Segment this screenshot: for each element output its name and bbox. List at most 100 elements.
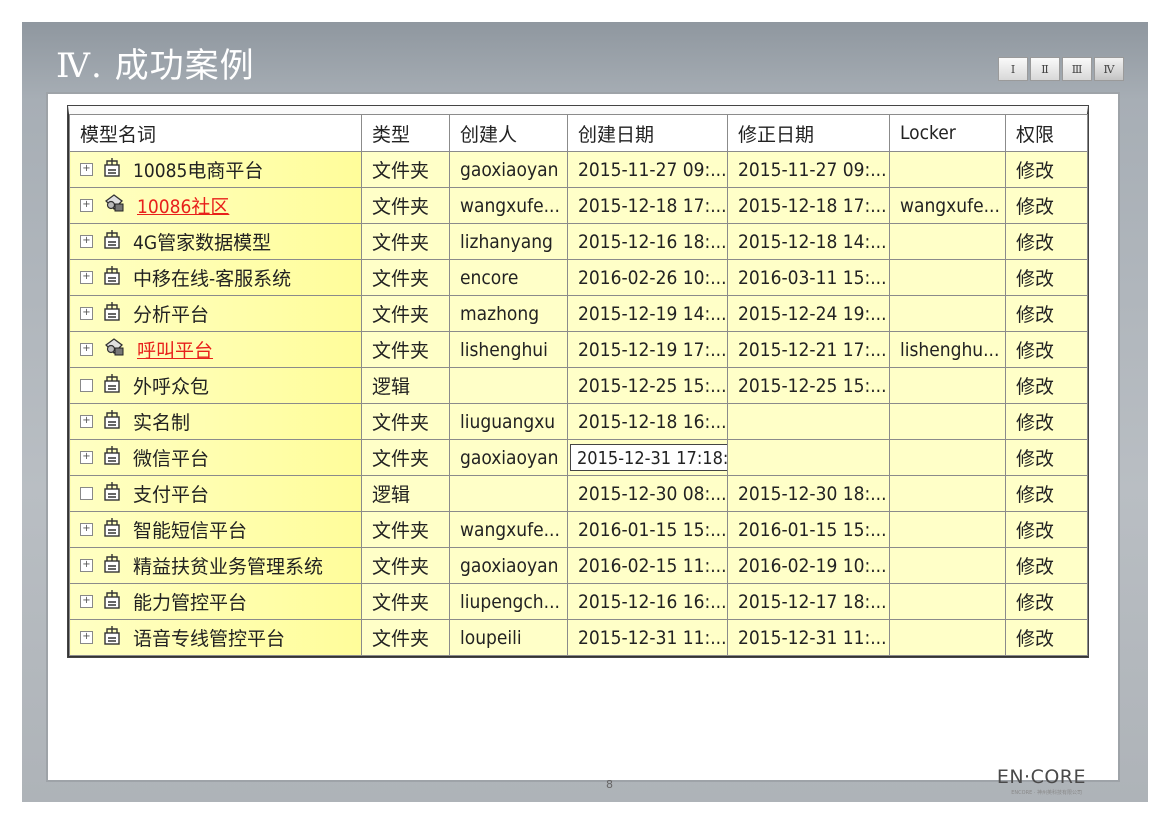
table-row[interactable]: + 微信平台 文件夹gaoxiaoyan2015-12-31 17:18:08 修改 [69, 439, 1088, 476]
table-row[interactable]: +10085电商平台 文件夹 gaoxiaoyan 2015-11-27 09:...… [69, 151, 1088, 188]
table-row[interactable]: + 智能短信平台 文件夹 wangxufe... 2016-01-15 15:... 20… [69, 511, 1088, 548]
cell-permission: 修改 [1005, 295, 1088, 332]
cell-permission: 修改 [1005, 223, 1088, 260]
cell-type: 文件夹 [361, 295, 450, 332]
folder-icon [103, 373, 121, 398]
cell-permission: 修改 [1005, 259, 1088, 296]
cell-locker [889, 583, 1006, 620]
model-name-label: 10085电商平台 [133, 160, 264, 182]
cell-permission: 修改 [1005, 403, 1088, 440]
model-name-label: 精益扶贫业务管理系统 [133, 556, 324, 578]
nav-item-1[interactable]: Ⅰ [998, 57, 1028, 81]
nav-item-3[interactable]: Ⅲ [1062, 57, 1092, 81]
nav-item-2[interactable]: Ⅱ [1030, 57, 1060, 81]
cell-model-name[interactable]: + 能力管控平台 [69, 583, 362, 620]
table-row[interactable]: + 语音专线管控平台 文件夹 loupeili 2015-12-31 11:... 201… [69, 619, 1088, 656]
cell-permission: 修改 [1005, 511, 1088, 548]
table-row[interactable]: + 中移在线-客服系统 文件夹 encore 2016-02-26 10:... 2016… [69, 259, 1088, 296]
cell-model-name[interactable]: + 实名制 [69, 403, 362, 440]
locked-folder-icon [103, 193, 125, 218]
cell-model-name[interactable]: + 中移在线-客服系统 [69, 259, 362, 296]
cell-locker [889, 151, 1006, 188]
col-header-name[interactable]: 模型名词 [69, 114, 362, 152]
leaf-node-icon [80, 487, 93, 500]
col-header-locker[interactable]: Locker [889, 114, 1006, 152]
folder-icon [103, 625, 121, 650]
cell-type: 文件夹 [361, 331, 450, 368]
cell-creator: gaoxiaoyan [449, 439, 568, 476]
cell-locker [889, 367, 1006, 404]
cell-modified: 2015-12-18 17:... [727, 187, 890, 224]
cell-model-name[interactable]: + 精益扶贫业务管理系统 [69, 547, 362, 584]
expand-toggle-icon[interactable]: + [80, 163, 93, 176]
cell-permission: 修改 [1005, 439, 1088, 476]
cell-created: 2015-12-18 16:... [567, 403, 728, 440]
cell-locker [889, 259, 1006, 296]
cell-creator: loupeili [449, 619, 568, 656]
cell-created: 2015-12-19 17:... [567, 331, 728, 368]
cell-type: 文件夹 [361, 619, 450, 656]
cell-model-name[interactable]: +10086社区 [69, 187, 362, 224]
table-row[interactable]: + 分析平台 文件夹 mazhong 2015-12-19 14:... 2015-12-… [69, 295, 1088, 332]
col-header-type[interactable]: 类型 [361, 114, 450, 152]
expand-toggle-icon[interactable]: + [80, 451, 93, 464]
cell-model-name[interactable]: + 语音专线管控平台 [69, 619, 362, 656]
col-header-permission[interactable]: 权限 [1005, 114, 1088, 152]
cell-created: 2015-12-30 08:... [567, 475, 728, 512]
expand-toggle-icon[interactable]: + [80, 307, 93, 320]
table-row[interactable]: + 精益扶贫业务管理系统 文件夹 gaoxiaoyan 2016-02-15 11:..… [69, 547, 1088, 584]
cell-model-name[interactable]: + 分析平台 [69, 295, 362, 332]
cell-locker [889, 439, 1006, 476]
expand-toggle-icon[interactable]: + [80, 235, 93, 248]
cell-creator: wangxufe... [449, 187, 568, 224]
model-name-label: 语音专线管控平台 [133, 628, 286, 650]
cell-model-name[interactable]: + 微信平台 [69, 439, 362, 476]
col-header-created[interactable]: 创建日期 [567, 114, 728, 152]
expand-toggle-icon[interactable]: + [80, 415, 93, 428]
table-row[interactable]: + 实名制 文件夹 liuguangxu 2015-12-18 16:... 修改 [69, 403, 1088, 440]
table-row[interactable]: +4G管家数据模型 文件夹 lizhanyang 2015-12-16 18:... 2… [69, 223, 1088, 260]
cell-creator: liupengch... [449, 583, 568, 620]
cell-created: 2015-12-18 17:... [567, 187, 728, 224]
expand-toggle-icon[interactable]: + [80, 343, 93, 356]
folder-icon [103, 553, 121, 578]
cell-modified: 2016-02-19 10:... [727, 547, 890, 584]
cell-permission: 修改 [1005, 367, 1088, 404]
cell-creator [449, 475, 568, 512]
expand-toggle-icon[interactable]: + [80, 631, 93, 644]
cell-model-name[interactable]: +4G管家数据模型 [69, 223, 362, 260]
folder-icon [103, 445, 121, 470]
folder-icon [103, 517, 121, 542]
table-row[interactable]: +10086社区 文件夹 wangxufe... 2015-12-18 17:... 2… [69, 187, 1088, 224]
cell-permission: 修改 [1005, 547, 1088, 584]
table-row[interactable]: 外呼众包 逻辑 2015-12-25 15:... 2015-12-25 15:...… [69, 367, 1088, 404]
nav-item-4[interactable]: Ⅳ [1094, 57, 1124, 81]
created-date-editor[interactable]: 2015-12-31 17:18:08 [570, 444, 727, 471]
folder-icon [103, 157, 121, 182]
col-header-creator[interactable]: 创建人 [449, 114, 568, 152]
table-row[interactable]: 支付平台 逻辑 2015-12-30 08:... 2015-12-30 18:...… [69, 475, 1088, 512]
cell-modified: 2015-12-18 14:... [727, 223, 890, 260]
cell-model-name[interactable]: 外呼众包 [69, 367, 362, 404]
cell-model-name[interactable]: + 智能短信平台 [69, 511, 362, 548]
expand-toggle-icon[interactable]: + [80, 199, 93, 212]
cell-created: 2015-12-31 11:... [567, 619, 728, 656]
cell-modified: 2015-12-30 18:... [727, 475, 890, 512]
cell-created: 2016-02-15 11:... [567, 547, 728, 584]
cell-created[interactable]: 2015-12-31 17:18:08 [567, 439, 728, 476]
col-header-modified[interactable]: 修正日期 [727, 114, 890, 152]
expand-toggle-icon[interactable]: + [80, 523, 93, 536]
table-row[interactable]: + 能力管控平台 文件夹 liupengch... 2015-12-16 16:... 2… [69, 583, 1088, 620]
cell-creator: gaoxiaoyan [449, 151, 568, 188]
expand-toggle-icon[interactable]: + [80, 595, 93, 608]
cell-model-name[interactable]: +10085电商平台 [69, 151, 362, 188]
cell-creator: lizhanyang [449, 223, 568, 260]
cell-locker [889, 403, 1006, 440]
cell-type: 逻辑 [361, 475, 450, 512]
cell-model-name[interactable]: 支付平台 [69, 475, 362, 512]
cell-model-name[interactable]: + 呼叫平台 [69, 331, 362, 368]
slide-title: Ⅳ. 成功案例 [56, 46, 255, 86]
table-row[interactable]: + 呼叫平台 文件夹 lishenghui 2015-12-19 17:... 2015-… [69, 331, 1088, 368]
expand-toggle-icon[interactable]: + [80, 559, 93, 572]
expand-toggle-icon[interactable]: + [80, 271, 93, 284]
